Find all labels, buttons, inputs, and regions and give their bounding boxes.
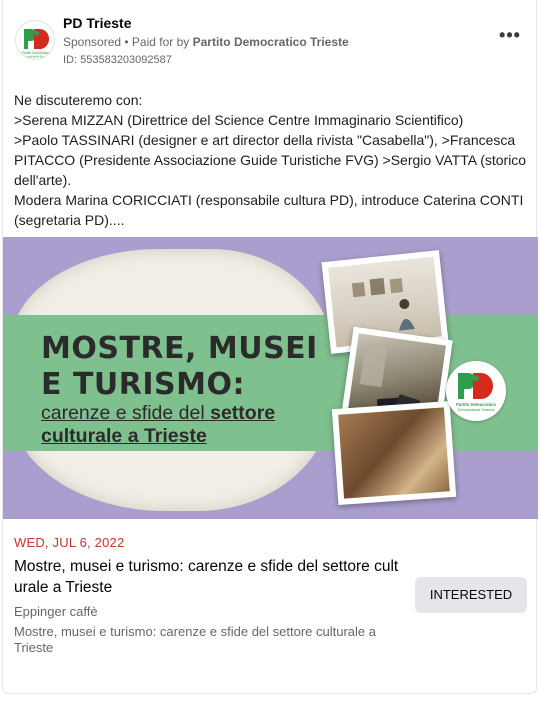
avatar[interactable]: Partito Democratico Demokratska Stranka <box>15 20 55 60</box>
pd-logo-icon: Partito Democratico Demokratska Stranka <box>22 29 50 59</box>
sponsored-label: Sponsored <box>63 35 122 49</box>
photo-image <box>338 407 450 499</box>
ad-body-text: Ne discuteremo con: >Serena MIZZAN (Dire… <box>14 90 529 230</box>
body-line: Modera Marina CORICCIATI (responsabile c… <box>14 192 528 228</box>
event-banner-image[interactable]: MOSTRE, MUSEI E TURISMO: carenze e sfide… <box>3 237 538 519</box>
paid-for-prefix: • Paid for by <box>121 35 193 49</box>
paid-for-by-link[interactable]: Partito Democratico Trieste <box>193 35 349 49</box>
interested-button[interactable]: INTERESTED <box>415 577 527 613</box>
sponsored-line: Sponsored • Paid for by Partito Democrat… <box>63 35 349 49</box>
pd-party-logo: Partito Democratico Demokratska Stranka <box>446 361 506 421</box>
event-description: Mostre, musei e turismo: carenze e sfide… <box>14 624 376 655</box>
page-name[interactable]: PD Trieste <box>63 15 131 31</box>
photo-artwork-detail <box>331 401 457 505</box>
pd-logo-icon: Partito Democratico Demokratska Stranka <box>456 373 496 412</box>
event-date: WED, JUL 6, 2022 <box>14 535 125 550</box>
ad-card: Partito Democratico Demokratska Stranka … <box>2 0 538 694</box>
event-title[interactable]: Mostre, musei e turismo: carenze e sfide… <box>14 556 414 598</box>
banner-subtitle-bold: settore <box>210 402 276 424</box>
svg-text:Demokratska Stranka: Demokratska Stranka <box>458 408 495 412</box>
event-venue: Eppinger caffè <box>14 604 98 619</box>
svg-text:Demokratska Stranka: Demokratska Stranka <box>23 55 50 59</box>
ad-id: ID: 553583203092587 <box>63 54 172 66</box>
ad-header: Partito Democratico Demokratska Stranka … <box>13 14 528 70</box>
body-line: >Paolo TASSINARI (designer e art directo… <box>14 132 530 188</box>
svg-text:Partito Democratico: Partito Democratico <box>456 402 496 407</box>
banner-title-line2: E TURISMO: <box>41 367 245 402</box>
banner-subtitle-part: carenze e sfide del <box>41 402 211 424</box>
banner-subtitle-bold: culturale a Trieste <box>41 425 207 447</box>
banner-subtitle-line1: carenze e sfide del settore <box>41 402 275 425</box>
body-line: >Serena MIZZAN (Direttrice del Science C… <box>14 112 464 128</box>
banner-title-line1: MOSTRE, MUSEI <box>41 331 318 366</box>
more-options-icon[interactable]: ••• <box>498 26 522 48</box>
body-line: Ne discuteremo con: <box>14 92 143 108</box>
banner-subtitle-line2: culturale a Trieste <box>41 425 207 448</box>
